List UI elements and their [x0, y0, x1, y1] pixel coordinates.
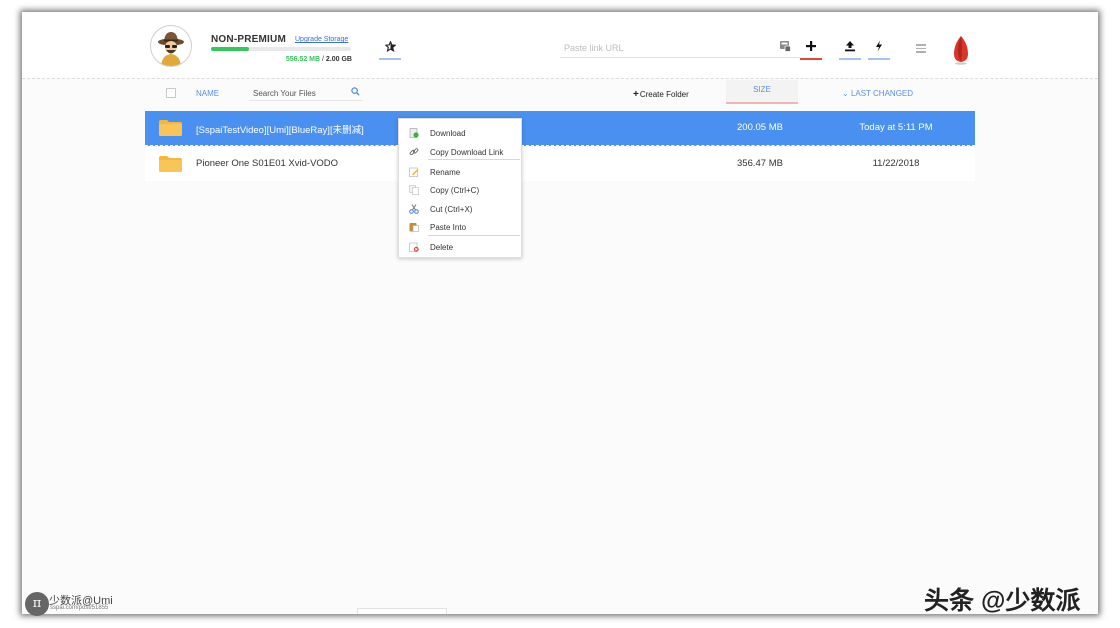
storage-progress-bar	[211, 47, 351, 51]
context-menu-label: Paste Into	[430, 223, 467, 232]
file-row[interactable]: [SspaiTestVideo][Umi][BlueRay][未删减] 200.…	[145, 111, 975, 146]
add-icon	[806, 41, 816, 51]
plus-icon: +	[633, 89, 639, 100]
favorites-star-icon	[383, 40, 397, 53]
context-menu-divider	[428, 235, 520, 236]
context-menu-divider	[428, 159, 520, 160]
create-folder-label: Create Folder	[639, 90, 689, 99]
size-column-header[interactable]: SIZE	[726, 80, 798, 104]
search-icon[interactable]	[351, 87, 360, 96]
context-menu-label: Cut (Ctrl+X)	[430, 205, 473, 214]
delete-icon	[409, 242, 419, 252]
flash-button[interactable]	[868, 38, 890, 60]
flash-icon	[876, 40, 882, 52]
context-menu-cut[interactable]: Cut (Ctrl+X)	[399, 200, 521, 216]
context-menu-label: Rename	[430, 168, 461, 177]
file-last-changed: Today at 5:11 PM	[859, 122, 933, 133]
menu-icon[interactable]	[916, 44, 926, 53]
bottom-panel-tab[interactable]	[357, 608, 447, 614]
context-menu-paste[interactable]: Paste Into	[399, 218, 521, 234]
search-input[interactable]	[251, 86, 349, 100]
context-menu-copy[interactable]: Copy (Ctrl+C)	[399, 181, 521, 197]
watermark-right: 头条 @少数派	[924, 587, 1081, 615]
file-name: [SspaiTestVideo][Umi][BlueRay][未删减]	[196, 125, 364, 136]
file-list-header: NAME +Create Folder SIZE ⌄ LAST CHANGED	[145, 80, 975, 106]
upgrade-storage-link[interactable]: Upgrade Storage	[295, 36, 348, 43]
context-menu-label: Copy (Ctrl+C)	[430, 186, 480, 195]
context-menu: Download Copy Download Link Rename Copy …	[398, 118, 522, 258]
header-divider	[22, 78, 1098, 79]
remote-upload-button[interactable]	[774, 38, 796, 58]
file-size: 200.05 MB	[737, 122, 783, 133]
file-size: 356.47 MB	[737, 158, 783, 169]
storage-progress-fill	[211, 47, 249, 51]
storage-used: 556.52 MB	[285, 56, 321, 63]
context-menu-label: Delete	[430, 243, 454, 252]
create-folder-button[interactable]: +Create Folder	[633, 89, 689, 100]
last-changed-column-header[interactable]: ⌄ LAST CHANGED	[842, 89, 913, 98]
name-column-header[interactable]: NAME	[196, 89, 219, 98]
file-search	[249, 84, 363, 101]
favorites-button[interactable]	[379, 38, 401, 60]
file-row[interactable]: Pioneer One S01E01 Xvid-VODO 356.47 MB 1…	[145, 147, 975, 181]
paste-icon	[409, 223, 419, 232]
folder-icon	[159, 120, 182, 136]
add-button[interactable]	[800, 38, 822, 60]
upload-button[interactable]	[839, 38, 861, 60]
top-bar: NON-PREMIUM Upgrade Storage 556.52 MB / …	[22, 12, 1098, 78]
storage-usage-text: 556.52 MB / 2.00 GB	[272, 56, 352, 63]
last-changed-label: LAST CHANGED	[850, 89, 914, 98]
copy-icon	[409, 185, 419, 195]
rename-icon	[409, 167, 419, 177]
context-menu-label: Download	[430, 129, 466, 138]
download-icon	[409, 128, 419, 138]
context-menu-download[interactable]: Download	[399, 124, 521, 140]
app-logo-icon	[953, 35, 969, 70]
folder-icon	[159, 156, 182, 172]
upload-icon	[845, 41, 855, 52]
select-all-checkbox[interactable]	[166, 88, 176, 98]
context-menu-rename[interactable]: Rename	[399, 163, 521, 179]
cut-icon	[409, 204, 419, 214]
context-menu-delete[interactable]: Delete	[399, 238, 521, 254]
account-tier: NON-PREMIUM	[211, 34, 286, 45]
avatar[interactable]	[150, 25, 192, 67]
context-menu-label: Copy Download Link	[430, 148, 504, 157]
file-name: Pioneer One S01E01 Xvid-VODO	[196, 158, 339, 169]
sort-arrow-icon: ⌄	[842, 89, 849, 98]
app-window: NON-PREMIUM Upgrade Storage 556.52 MB / …	[22, 12, 1098, 614]
watermark-logo-icon: π	[25, 592, 49, 616]
watermark-left-url: sspai.com/post/51855	[50, 605, 109, 611]
remote-upload-icon	[780, 41, 791, 52]
storage-total: 2.00 GB	[325, 56, 352, 63]
paste-link-input[interactable]	[560, 39, 800, 58]
context-menu-copy-link[interactable]: Copy Download Link	[399, 143, 521, 159]
link-icon	[409, 148, 419, 156]
file-last-changed: 11/22/2018	[872, 158, 920, 169]
